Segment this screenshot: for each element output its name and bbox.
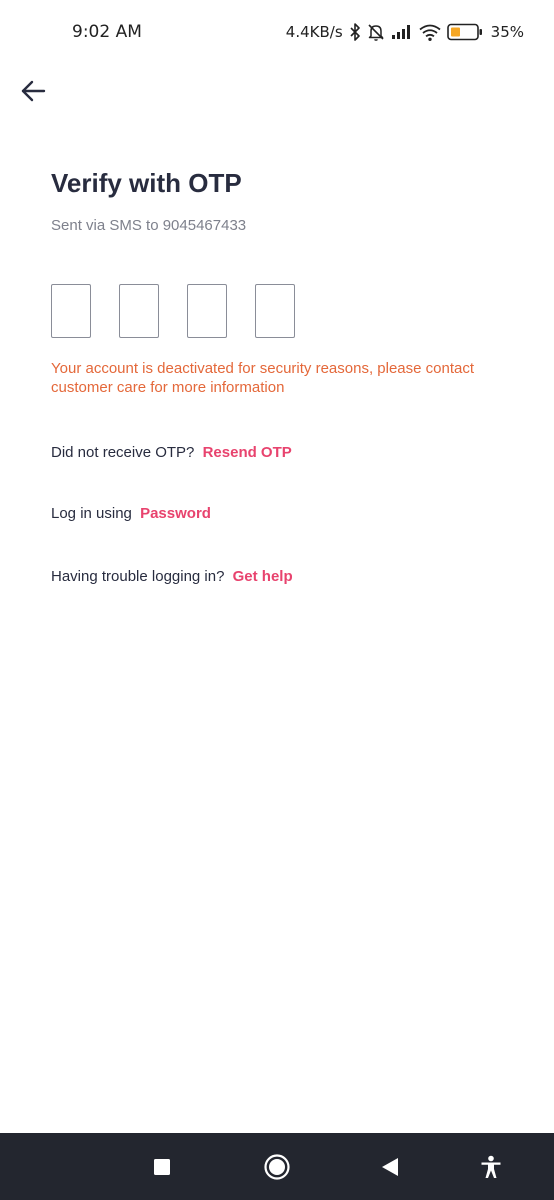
home-circle-icon <box>264 1154 290 1180</box>
accessibility-button[interactable] <box>473 1149 509 1185</box>
back-button[interactable] <box>14 74 52 108</box>
signal-icon <box>391 24 413 40</box>
mute-icon <box>367 23 385 41</box>
password-login-row: Log in using Password <box>51 505 211 522</box>
otp-digit-4[interactable] <box>255 284 295 338</box>
system-navigation-bar <box>0 1133 554 1200</box>
network-speed: 4.4KB/s <box>285 23 343 41</box>
recents-button[interactable] <box>144 1149 180 1185</box>
recents-square-icon <box>154 1159 170 1175</box>
get-help-link[interactable]: Get help <box>233 568 293 585</box>
system-back-button[interactable] <box>372 1149 408 1185</box>
password-login-link[interactable]: Password <box>140 505 211 522</box>
status-icons: 4.4KB/s 35% <box>286 20 524 44</box>
sms-recipient-text: Sent via SMS to 9045467433 <box>51 217 247 234</box>
otp-digit-3[interactable] <box>187 284 227 338</box>
back-triangle-icon <box>382 1158 398 1176</box>
accessibility-icon <box>481 1155 501 1178</box>
resend-otp-row: Did not receive OTP? Resend OTP <box>51 444 292 461</box>
battery-icon <box>446 23 483 41</box>
battery-percentage: 35% <box>490 23 524 41</box>
arrow-left-icon <box>21 80 46 102</box>
otp-digit-2[interactable] <box>119 284 159 338</box>
page-title: Verify with OTP <box>51 168 242 198</box>
status-time: 9:02 AM <box>72 22 142 42</box>
bluetooth-icon <box>349 23 361 41</box>
password-login-prompt: Log in using <box>51 505 132 522</box>
wifi-icon <box>419 24 441 41</box>
otp-digit-1[interactable] <box>51 284 91 338</box>
help-prompt: Having trouble logging in? <box>51 568 225 585</box>
resend-otp-link[interactable]: Resend OTP <box>203 444 292 461</box>
home-button[interactable] <box>259 1149 295 1185</box>
help-row: Having trouble logging in? Get help <box>51 568 293 585</box>
status-bar: 9:02 AM 4.4KB/s 35% <box>0 0 554 64</box>
otp-input-group <box>51 284 295 338</box>
resend-prompt: Did not receive OTP? <box>51 444 195 461</box>
account-error-message: Your account is deactivated for security… <box>51 360 475 396</box>
